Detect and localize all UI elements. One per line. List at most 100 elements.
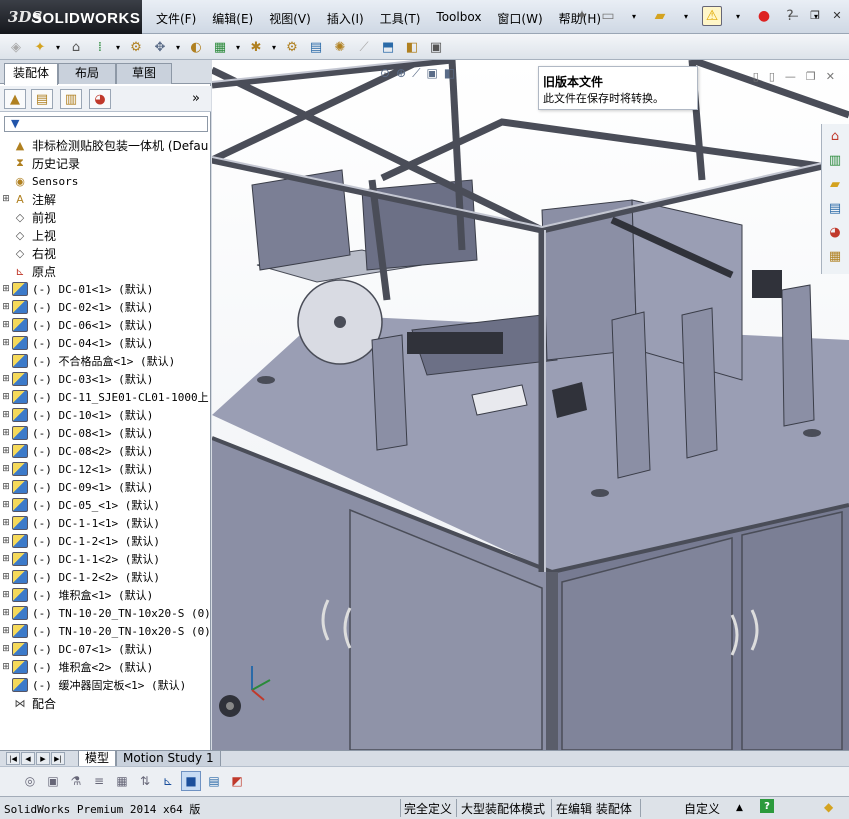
section-view-icon[interactable]: ⟋ <box>412 66 420 81</box>
tree-item[interactable]: ⊞ (-) DC-08<2> (默认) <box>0 442 209 460</box>
viewport-close-icon[interactable]: ✕ <box>826 70 835 83</box>
dropdown-arrow-icon[interactable]: ▾ <box>624 6 644 26</box>
expand-icon[interactable]: ⊞ <box>0 460 12 478</box>
assembly-features-icon[interactable]: ▦ <box>210 37 230 57</box>
new-part-icon[interactable]: ✦ <box>30 37 50 57</box>
tree-item[interactable]: ⊞ A 注解 <box>0 190 209 208</box>
open-folder-icon[interactable]: ▰ <box>650 6 670 26</box>
axis-icon[interactable]: ⊾ <box>158 771 178 791</box>
menu-insert[interactable]: 插入(I) <box>319 10 372 27</box>
minimize-icon[interactable]: — <box>785 8 801 22</box>
menu-tools[interactable]: 工具(T) <box>372 10 429 27</box>
tab-motion-study[interactable]: Motion Study 1 <box>116 751 221 767</box>
tree-item[interactable]: ⊞ (-) DC-11_SJE01-CL01-1000上料 <box>0 388 209 406</box>
solidworks-logo[interactable]: 3DS SOLIDWORKS <box>0 0 142 34</box>
expand-icon[interactable]: ⊞ <box>0 514 12 532</box>
tree-item[interactable]: ⊞ (-) DC-02<1> (默认) <box>0 298 209 316</box>
dropdown-arrow-icon[interactable]: ▾ <box>676 6 696 26</box>
reference-geometry-icon[interactable]: ✱ <box>246 37 266 57</box>
expand-icon[interactable]: ⊞ <box>0 442 12 460</box>
tree-item[interactable]: ⊞ (-) DC-1-1<1> (默认) <box>0 514 209 532</box>
expand-icon[interactable]: ⊞ <box>0 334 12 352</box>
move-component-icon[interactable]: ✥ <box>150 37 170 57</box>
tree-item[interactable]: ⊞ (-) DC-03<1> (默认) <box>0 370 209 388</box>
tree-item[interactable]: ◇ 上视 <box>0 226 209 244</box>
viewport-minimize-icon[interactable]: — <box>785 70 796 83</box>
explode-line-sketch-icon[interactable]: ⟋ <box>354 37 374 57</box>
view-orientation-icon[interactable]: ▣ <box>427 66 438 81</box>
grid-icon[interactable]: ▦ <box>112 771 132 791</box>
configuration-manager-icon[interactable]: ▥ <box>60 89 82 109</box>
expand-chevron-icon[interactable]: » <box>192 91 200 106</box>
menu-edit[interactable]: 编辑(E) <box>204 10 261 27</box>
view-split-icon[interactable]: ▯ <box>753 70 759 83</box>
close-icon[interactable]: ✕ <box>829 8 845 22</box>
quick-tips-icon[interactable]: ? <box>760 799 774 813</box>
tree-item[interactable]: ⊞ (-) 堆积盒<1> (默认) <box>0 586 209 604</box>
expand-icon[interactable]: ⊞ <box>0 190 12 208</box>
tree-item[interactable]: ⊞ (-) DC-07<1> (默认) <box>0 640 209 658</box>
tree-item[interactable]: ◉ Sensors <box>0 172 209 190</box>
dropdown-arrow-icon[interactable]: ▾ <box>54 37 62 57</box>
menu-toolbox[interactable]: Toolbox <box>428 10 489 27</box>
zoom-to-fit-icon[interactable]: ⊙ <box>380 66 390 81</box>
expand-icon[interactable]: ⊞ <box>0 640 12 658</box>
view-palette-icon[interactable]: ▤ <box>822 196 848 220</box>
expand-icon[interactable]: ⊞ <box>0 478 12 496</box>
tree-item[interactable]: ⊞ (-) DC-10<1> (默认) <box>0 406 209 424</box>
dropdown-arrow-icon[interactable]: ▾ <box>114 37 122 57</box>
expand-icon[interactable]: ⊞ <box>0 550 12 568</box>
tree-item[interactable]: ⊞ (-) DC-09<1> (默认) <box>0 478 209 496</box>
expand-icon[interactable]: ⊞ <box>0 280 12 298</box>
tree-item[interactable]: ⋈ 配合 <box>0 694 209 712</box>
tree-item[interactable]: ⊞ (-) DC-1-2<1> (默认) <box>0 532 209 550</box>
property-manager-icon[interactable]: ▤ <box>31 89 53 109</box>
expand-icon[interactable]: ⊞ <box>0 298 12 316</box>
tree-item[interactable]: ⊞ (-) DC-06<1> (默认) <box>0 316 209 334</box>
last-tab-icon[interactable]: ▶| <box>51 752 65 765</box>
exploded-view-icon[interactable]: ✺ <box>330 37 350 57</box>
tree-item[interactable]: ⊞ (-) DC-1-2<2> (默认) <box>0 568 209 586</box>
restore-icon[interactable]: ❐ <box>807 8 823 22</box>
tag-icon[interactable]: ◆ <box>824 800 833 814</box>
render-icon[interactable]: ◩ <box>227 771 247 791</box>
tree-item[interactable]: (-) 不合格品盒<1> (默认) <box>0 352 209 370</box>
feature-manager-icon[interactable]: ▲ <box>4 89 26 109</box>
menu-file[interactable]: 文件(F) <box>148 10 204 27</box>
table-icon[interactable]: ▤ <box>204 771 224 791</box>
traffic-light-icon[interactable]: ● <box>754 6 774 26</box>
expand-icon[interactable]: ⊞ <box>0 388 12 406</box>
tree-item[interactable]: (-) 缓冲器固定板<1> (默认) <box>0 676 209 694</box>
new-motion-study-icon[interactable]: ⚙ <box>282 37 302 57</box>
units-selector[interactable]: 自定义 <box>684 800 720 817</box>
dropdown-arrow-icon[interactable]: ▾ <box>234 37 242 57</box>
tree-item[interactable]: ⊞ (-) DC-12<1> (默认) <box>0 460 209 478</box>
large-assembly-icon[interactable]: ▣ <box>426 37 446 57</box>
tree-item[interactable]: ◇ 右视 <box>0 244 209 262</box>
expand-icon[interactable]: ⊞ <box>0 370 12 388</box>
menu-view[interactable]: 视图(V) <box>261 10 319 27</box>
tab-model[interactable]: 模型 <box>78 751 117 767</box>
pin-icon[interactable]: ✦ <box>572 6 592 26</box>
display-manager-icon[interactable]: ◕ <box>89 89 111 109</box>
units-up-arrow-icon[interactable]: ▲ <box>736 803 743 813</box>
dropdown-arrow-icon[interactable]: ▾ <box>174 37 182 57</box>
tree-item[interactable]: ⊞ (-) DC-08<1> (默认) <box>0 424 209 442</box>
file-explorer-icon[interactable]: ▰ <box>822 172 848 196</box>
tree-filter[interactable]: ▼ <box>4 116 208 132</box>
dropdown-arrow-icon[interactable]: ▾ <box>728 6 748 26</box>
expand-icon[interactable]: ⊞ <box>0 316 12 334</box>
custom-properties-icon[interactable]: ▦ <box>822 244 848 268</box>
insert-component-icon[interactable]: ◈ <box>6 37 26 57</box>
tree-item[interactable]: ⊾ 原点 <box>0 262 209 280</box>
bill-of-materials-icon[interactable]: ▤ <box>306 37 326 57</box>
graphics-area[interactable]: ⊙ ⊕ ⟋ ▣ ◧ 旧版本文件 此文件在保存时将转换。 ▯ ▯ — ❐ ✕ <box>212 60 849 750</box>
legacy-file-notice[interactable]: 旧版本文件 此文件在保存时将转换。 <box>538 66 698 110</box>
viewport-restore-icon[interactable]: ❐ <box>806 70 816 83</box>
warning-icon[interactable]: ⚠ <box>702 6 722 26</box>
tree-item[interactable]: ⊞ (-) DC-1-1<2> (默认) <box>0 550 209 568</box>
tree-item[interactable]: ⊞ (-) TN-10-20_TN-10x20-S (0) <box>0 622 209 640</box>
tree-item[interactable]: ⊞ (-) 堆积盒<2> (默认) <box>0 658 209 676</box>
instant3d-icon[interactable]: ◧ <box>402 37 422 57</box>
expand-icon[interactable]: ⊞ <box>0 532 12 550</box>
